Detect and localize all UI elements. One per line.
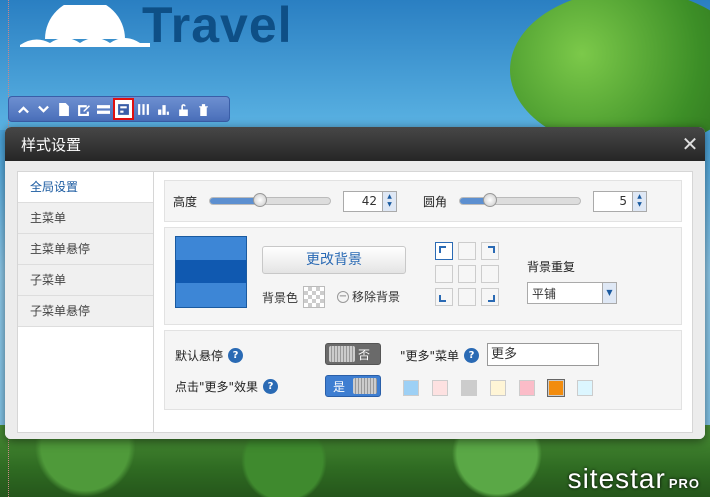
options-panel: 默认悬停 ? 否 "更多"菜单 ? 更多 点击"更多"效果 ? 是 bbox=[164, 330, 682, 410]
help-icon[interactable]: ? bbox=[464, 348, 480, 363]
sun-waves-logo-icon bbox=[20, 5, 150, 47]
more-menu-row: "更多"菜单 ? bbox=[400, 347, 480, 364]
color-swatch[interactable] bbox=[490, 380, 506, 396]
dialog-title: 样式设置 bbox=[21, 135, 82, 154]
position-bottom-center[interactable] bbox=[458, 288, 476, 306]
transparent-swatch-icon[interactable] bbox=[303, 286, 326, 308]
background-repeat-value: 平铺 bbox=[532, 286, 557, 301]
default-hover-toggle[interactable]: 否 bbox=[325, 343, 381, 365]
layout-icon[interactable] bbox=[95, 100, 112, 118]
page-settings-icon[interactable] bbox=[55, 100, 72, 118]
color-swatch[interactable] bbox=[432, 380, 448, 396]
color-swatch[interactable] bbox=[577, 380, 593, 396]
background-position-grid bbox=[435, 242, 499, 306]
position-top-center[interactable] bbox=[458, 242, 476, 260]
more-effect-label: 点击"更多"效果 bbox=[175, 380, 259, 394]
background-repeat-select[interactable]: 平铺 ▼ bbox=[527, 282, 617, 304]
position-top-right[interactable] bbox=[481, 242, 499, 260]
remove-background-button[interactable]: − 移除背景 bbox=[337, 288, 400, 305]
dialog-header: 样式设置 ✕ bbox=[5, 127, 705, 161]
chart-icon[interactable] bbox=[155, 100, 172, 118]
more-menu-input[interactable]: 更多 bbox=[487, 343, 599, 366]
close-icon[interactable]: ✕ bbox=[675, 132, 705, 156]
arrow-up-icon[interactable] bbox=[15, 100, 32, 118]
edit-icon[interactable] bbox=[75, 100, 92, 118]
height-spin-icon[interactable]: ▲ ▼ bbox=[382, 191, 397, 211]
color-swatch[interactable] bbox=[519, 380, 535, 396]
settings-sidebar: 全局设置 主菜单 主菜单悬停 子菜单 子菜单悬停 bbox=[17, 171, 153, 433]
default-hover-label: 默认悬停 bbox=[175, 349, 224, 363]
site-logo-text: Travel bbox=[142, 0, 293, 53]
style-settings-icon[interactable] bbox=[113, 98, 134, 120]
more-menu-label: "更多"菜单 bbox=[400, 349, 460, 363]
help-icon[interactable]: ? bbox=[263, 379, 279, 394]
sidebar-item-submenu-hover[interactable]: 子菜单悬停 bbox=[18, 296, 153, 327]
position-bottom-left[interactable] bbox=[435, 288, 453, 306]
dialog-body: 全局设置 主菜单 主菜单悬停 子菜单 子菜单悬停 高度 42 ▲ ▼ 圆角 5 ▲ ▼ … bbox=[5, 161, 705, 439]
radius-label: 圆角 bbox=[423, 194, 448, 209]
more-effect-toggle-label: 是 bbox=[333, 379, 346, 394]
sitestar-watermark: sitestar PRO bbox=[567, 463, 700, 494]
style-settings-dialog: 样式设置 ✕ 全局设置 主菜单 主菜单悬停 子菜单 子菜单悬停 高度 42 ▲ ▼ … bbox=[5, 127, 705, 439]
sidebar-item-main-menu-hover[interactable]: 主菜单悬停 bbox=[18, 234, 153, 265]
radius-spin-icon[interactable]: ▲ ▼ bbox=[632, 191, 647, 211]
color-swatch[interactable] bbox=[403, 380, 419, 396]
minus-circle-icon: − bbox=[337, 290, 349, 303]
background-repeat-label: 背景重复 bbox=[527, 260, 576, 274]
toggle-knob bbox=[353, 378, 377, 394]
color-swatch[interactable] bbox=[461, 380, 477, 396]
size-panel: 高度 42 ▲ ▼ 圆角 5 ▲ ▼ bbox=[164, 180, 682, 222]
background-color-label: 背景色 bbox=[262, 290, 299, 305]
arrow-down-icon[interactable] bbox=[35, 100, 52, 118]
more-effect-toggle[interactable]: 是 bbox=[325, 375, 381, 397]
position-center[interactable] bbox=[458, 265, 476, 283]
sidebar-item-submenu[interactable]: 子菜单 bbox=[18, 265, 153, 296]
default-hover-toggle-label: 否 bbox=[358, 347, 371, 362]
height-slider[interactable] bbox=[209, 193, 332, 207]
sidebar-item-main-menu[interactable]: 主菜单 bbox=[18, 203, 153, 234]
more-effect-row: 点击"更多"效果 ? bbox=[175, 378, 279, 395]
unlock-icon[interactable] bbox=[175, 100, 192, 118]
height-label: 高度 bbox=[173, 194, 198, 209]
height-value: 42 bbox=[361, 194, 378, 208]
position-middle-right[interactable] bbox=[481, 265, 499, 283]
chevron-down-icon: ▼ bbox=[602, 283, 616, 303]
background-preview bbox=[175, 236, 247, 308]
remove-background-label: 移除背景 bbox=[352, 290, 401, 304]
color-swatch[interactable] bbox=[547, 379, 565, 397]
height-stepper[interactable]: 42 ▲ ▼ bbox=[343, 190, 398, 212]
radius-stepper[interactable]: 5 ▲ ▼ bbox=[593, 190, 648, 212]
position-middle-left[interactable] bbox=[435, 265, 453, 283]
background-panel: 更改背景 背景色 − 移除背景 背景重复 平铺 ▼ bbox=[164, 227, 682, 325]
columns-icon[interactable] bbox=[135, 100, 152, 118]
radius-value: 5 bbox=[619, 194, 628, 208]
module-toolbar bbox=[8, 96, 230, 122]
toggle-knob bbox=[329, 346, 355, 362]
radius-slider[interactable] bbox=[459, 193, 582, 207]
default-hover-row: 默认悬停 ? bbox=[175, 347, 244, 364]
sidebar-item-global[interactable]: 全局设置 bbox=[18, 172, 153, 203]
change-background-button[interactable]: 更改背景 bbox=[262, 246, 406, 274]
position-bottom-right[interactable] bbox=[481, 288, 499, 306]
settings-main: 高度 42 ▲ ▼ 圆角 5 ▲ ▼ 更改背景 背景色 − 移除背景 背景重复 … bbox=[153, 171, 693, 433]
background-color-control[interactable]: 背景色 bbox=[262, 286, 326, 308]
delete-icon[interactable] bbox=[195, 100, 212, 118]
position-top-left[interactable] bbox=[435, 242, 453, 260]
help-icon[interactable]: ? bbox=[228, 348, 244, 363]
